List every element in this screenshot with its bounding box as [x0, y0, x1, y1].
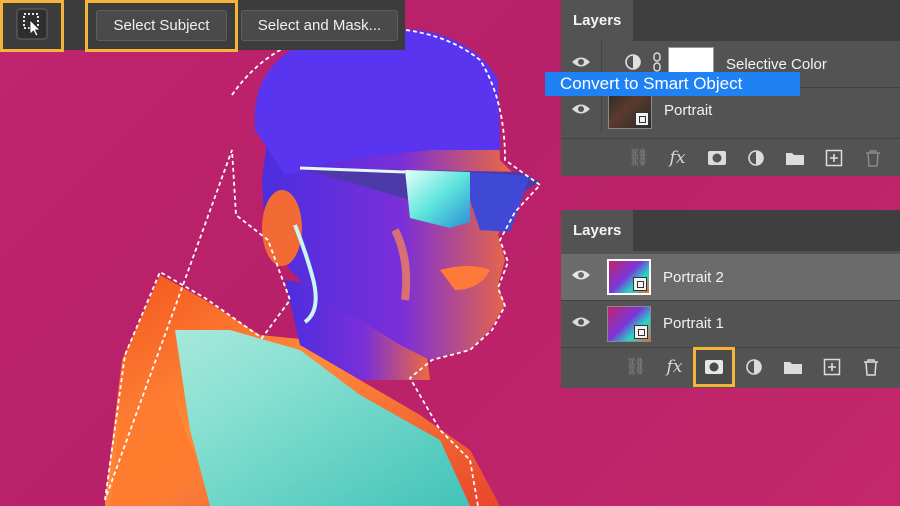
fx-icon[interactable]: fx: [658, 143, 697, 173]
layer-row-portrait-1[interactable]: Portrait 1: [561, 300, 900, 346]
layers-panel-bottom: Portrait 2 Portrait 1 ⛓ fx: [561, 251, 900, 388]
layers-tab-top[interactable]: Layers: [561, 0, 633, 41]
layer-name: Selective Color: [726, 55, 827, 73]
visibility-toggle[interactable]: [561, 268, 601, 286]
eye-icon: [571, 268, 591, 286]
add-mask-icon[interactable]: [693, 347, 735, 387]
select-and-mask-button[interactable]: Select and Mask...: [241, 10, 398, 41]
link-layers-icon[interactable]: ⛓: [616, 352, 655, 382]
eye-icon: [571, 102, 591, 120]
quick-selection-tool-button[interactable]: [0, 0, 64, 52]
smart-object-icon: [635, 111, 649, 126]
layer-name: Portrait: [664, 102, 713, 119]
folder-icon[interactable]: [773, 352, 812, 382]
eye-icon: [571, 315, 591, 333]
layers-panel-footer: ⛓ fx: [561, 347, 900, 387]
layer-thumbnail: [607, 305, 651, 342]
quick-selection-tool-icon: [15, 7, 49, 46]
eye-icon: [571, 55, 591, 73]
fx-icon[interactable]: fx: [655, 352, 694, 382]
smart-object-icon: [633, 277, 647, 291]
new-layer-icon[interactable]: [814, 143, 853, 173]
trash-icon[interactable]: [851, 352, 890, 382]
convert-to-smart-object-menu-item[interactable]: Convert to Smart Object: [545, 72, 800, 96]
trash-icon[interactable]: [853, 143, 892, 173]
new-layer-icon[interactable]: [812, 352, 851, 382]
layer-thumbnail: [607, 259, 651, 295]
layers-panel-footer: ⛓ fx: [561, 138, 900, 177]
layer-name: Portrait 1: [663, 315, 724, 332]
layers-tab-bottom[interactable]: Layers: [561, 210, 633, 251]
visibility-toggle[interactable]: [561, 315, 601, 333]
layers-panel-top: Selective Color Portrait ⛓ fx: [561, 41, 900, 176]
folder-icon[interactable]: [775, 143, 814, 173]
layer-name: Portrait 2: [663, 268, 724, 286]
link-layers-icon[interactable]: ⛓: [619, 143, 658, 173]
layer-row-portrait-2[interactable]: Portrait 2: [561, 254, 900, 300]
layer-thumbnail: [608, 92, 652, 129]
select-subject-button[interactable]: Select Subject: [96, 10, 227, 41]
adjustment-layer-icon[interactable]: [736, 143, 775, 173]
adjustment-layer-icon[interactable]: [734, 352, 773, 382]
add-mask-icon[interactable]: [697, 143, 736, 173]
smart-object-icon: [634, 324, 648, 339]
